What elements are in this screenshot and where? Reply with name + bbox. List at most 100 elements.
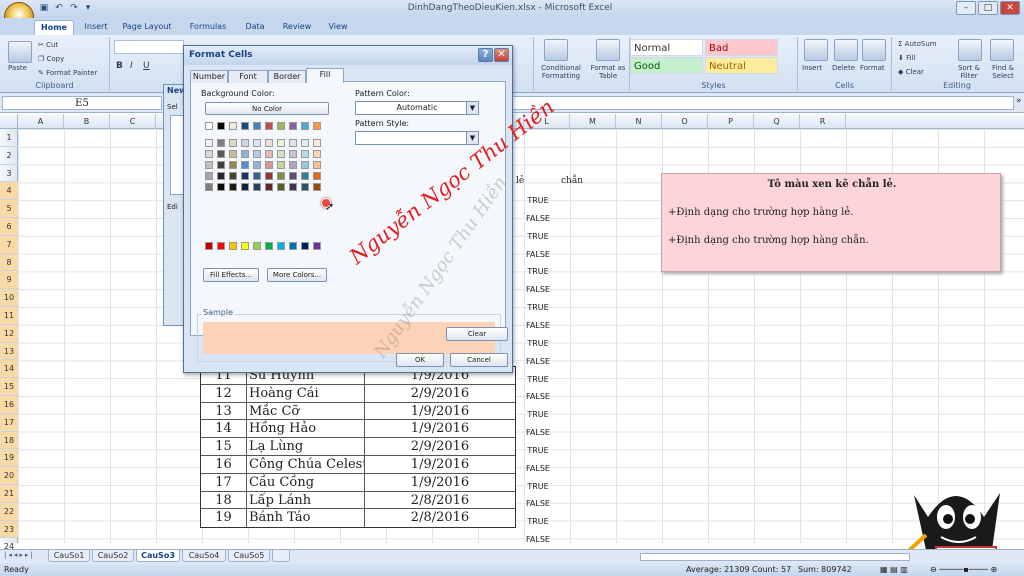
- row-header-15[interactable]: 15: [0, 378, 18, 396]
- format-button[interactable]: Format: [860, 64, 885, 72]
- style-normal[interactable]: Normal: [630, 39, 703, 56]
- color-swatch[interactable]: [205, 122, 213, 130]
- row-header-20[interactable]: 20: [0, 467, 18, 485]
- color-swatch[interactable]: [241, 161, 249, 169]
- sort-filter-button[interactable]: Sort & Filter: [954, 64, 984, 80]
- cancel-button[interactable]: Cancel: [450, 353, 508, 367]
- color-swatch[interactable]: [229, 161, 237, 169]
- color-swatch[interactable]: [253, 242, 261, 250]
- paste-icon[interactable]: [8, 41, 32, 63]
- color-swatch[interactable]: [217, 161, 225, 169]
- maximize-button[interactable]: □: [978, 1, 998, 15]
- dialog-tab-fill[interactable]: Fill: [306, 68, 344, 83]
- clear-format-button[interactable]: Clear: [446, 327, 508, 341]
- color-swatch[interactable]: [289, 161, 297, 169]
- tab-review[interactable]: Review: [278, 20, 316, 35]
- row-header-18[interactable]: 18: [0, 431, 18, 450]
- color-swatch[interactable]: [205, 242, 213, 250]
- color-swatch[interactable]: [229, 183, 237, 191]
- find-select-button[interactable]: Find & Select: [986, 64, 1020, 80]
- color-swatch[interactable]: [265, 161, 273, 169]
- color-swatch[interactable]: [301, 161, 309, 169]
- close-button[interactable]: ✕: [1000, 1, 1020, 15]
- name-box[interactable]: E5: [2, 96, 162, 110]
- color-swatch[interactable]: [265, 172, 273, 180]
- color-swatch[interactable]: [289, 183, 297, 191]
- underline-button[interactable]: U: [143, 61, 150, 71]
- pattern-style-dropdown[interactable]: ▼: [355, 131, 479, 145]
- color-swatch[interactable]: [241, 122, 249, 130]
- color-swatch[interactable]: [217, 172, 225, 180]
- color-swatch[interactable]: [301, 242, 309, 250]
- bold-button[interactable]: B: [116, 61, 123, 71]
- conditional-formatting-button[interactable]: Conditional Formatting: [536, 64, 586, 80]
- row-header-21[interactable]: 21: [0, 485, 18, 503]
- color-swatch[interactable]: [265, 139, 273, 147]
- redo-icon[interactable]: ↷: [68, 3, 80, 14]
- no-color-button[interactable]: No Color: [205, 102, 329, 115]
- column-header-c[interactable]: C: [110, 114, 156, 129]
- color-swatch[interactable]: [253, 183, 261, 191]
- zoom-slider[interactable]: ⊖ ─────▪──── ⊕: [930, 563, 997, 576]
- row-header-2[interactable]: 2: [0, 147, 18, 165]
- dialog-help-button[interactable]: ?: [478, 48, 493, 62]
- style-neutral[interactable]: Neutral: [705, 57, 778, 74]
- color-swatch[interactable]: [301, 150, 309, 158]
- color-swatch[interactable]: [241, 183, 249, 191]
- color-swatch[interactable]: [241, 139, 249, 147]
- row-header-14[interactable]: 14: [0, 360, 18, 379]
- color-swatch[interactable]: [277, 161, 285, 169]
- cut-button[interactable]: ✂ Cut: [38, 41, 58, 49]
- horizontal-scrollbar[interactable]: [640, 553, 910, 561]
- column-header-o[interactable]: O: [662, 114, 708, 129]
- insert-cells-icon[interactable]: [804, 39, 828, 61]
- color-swatch[interactable]: [229, 139, 237, 147]
- delete-cells-icon[interactable]: [834, 39, 858, 61]
- color-swatch[interactable]: [289, 172, 297, 180]
- color-swatch[interactable]: [229, 242, 237, 250]
- color-swatch[interactable]: [229, 150, 237, 158]
- minimize-button[interactable]: –: [956, 1, 976, 15]
- row-header-1[interactable]: 1: [0, 129, 18, 147]
- color-swatch[interactable]: [265, 242, 273, 250]
- row-header-16[interactable]: 16: [0, 396, 18, 414]
- sheet-tab-causo1[interactable]: CauSo1: [48, 550, 90, 562]
- color-swatch[interactable]: [265, 150, 273, 158]
- color-swatch[interactable]: [205, 161, 213, 169]
- color-swatch[interactable]: [253, 172, 261, 180]
- color-swatch[interactable]: [313, 183, 321, 191]
- color-swatch[interactable]: [205, 139, 213, 147]
- color-swatch[interactable]: [289, 122, 297, 130]
- font-name-dropdown[interactable]: [114, 40, 184, 54]
- clear-button[interactable]: ◆ Clear: [898, 68, 924, 76]
- color-swatch[interactable]: [313, 122, 321, 130]
- row-header-17[interactable]: 17: [0, 413, 18, 432]
- color-swatch[interactable]: [277, 172, 285, 180]
- format-cells-icon[interactable]: [862, 39, 886, 61]
- color-swatch[interactable]: [301, 122, 309, 130]
- tab-insert[interactable]: Insert: [78, 20, 114, 35]
- color-swatch[interactable]: [313, 242, 321, 250]
- copy-button[interactable]: ❐ Copy: [38, 55, 64, 63]
- row-header-10[interactable]: 10: [0, 289, 18, 307]
- color-swatch[interactable]: [217, 122, 225, 130]
- row-header-4[interactable]: 4: [0, 182, 18, 201]
- tab-page-layout[interactable]: Page Layout: [118, 20, 176, 35]
- dialog-tab-border[interactable]: Border: [268, 70, 306, 83]
- row-header-8[interactable]: 8: [0, 253, 18, 272]
- delete-button[interactable]: Delete: [832, 64, 855, 72]
- sort-filter-icon[interactable]: [958, 39, 982, 61]
- ok-button[interactable]: OK: [396, 353, 444, 367]
- sheet-tab-causo2[interactable]: CauSo2: [92, 550, 134, 562]
- dialog-tab-number[interactable]: Number: [190, 70, 228, 83]
- row-header-13[interactable]: 13: [0, 342, 18, 361]
- column-header-q[interactable]: Q: [754, 114, 800, 129]
- row-header-12[interactable]: 12: [0, 324, 18, 343]
- column-header-r[interactable]: R: [800, 114, 846, 129]
- undo-icon[interactable]: ↶: [53, 3, 65, 14]
- row-header-6[interactable]: 6: [0, 218, 18, 236]
- style-good[interactable]: Good: [630, 57, 703, 74]
- select-all-corner[interactable]: [0, 114, 18, 129]
- color-swatch[interactable]: [301, 139, 309, 147]
- color-swatch[interactable]: [205, 150, 213, 158]
